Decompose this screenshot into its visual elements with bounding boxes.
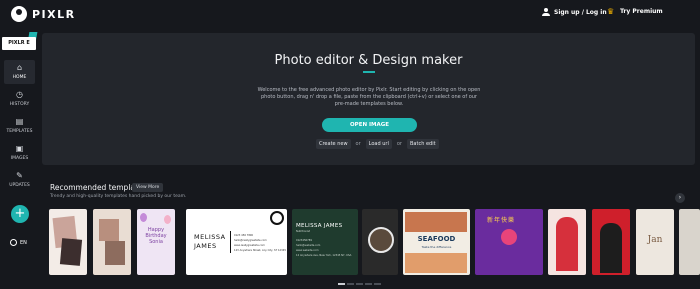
business-card-line: 12 Anywhere Ave, New York, 12345 NY, USA bbox=[296, 254, 352, 257]
business-card-line: 0123456789 bbox=[296, 239, 312, 242]
seafood-title: SEAFOOD bbox=[417, 235, 456, 243]
sidebar-item-updates[interactable]: ✎ UPDATES bbox=[4, 168, 35, 192]
updates-icon: ✎ bbox=[16, 171, 23, 180]
pagination-dot[interactable] bbox=[365, 283, 372, 285]
business-card-line: hello@reallygreatsite.com bbox=[234, 239, 267, 242]
business-card-name: MELISSA JAMES bbox=[194, 233, 226, 250]
pixlr-logo-icon bbox=[11, 6, 27, 22]
business-card-role: Nutritionist bbox=[296, 230, 310, 233]
logo-circle bbox=[270, 211, 284, 225]
seafood-photo bbox=[405, 253, 467, 273]
seafood-subtitle: Taste the difference bbox=[421, 245, 452, 249]
template-card[interactable]: Happy Birthday Sonia bbox=[137, 209, 175, 275]
model-photo bbox=[556, 217, 578, 271]
open-image-button[interactable]: OPEN IMAGE bbox=[322, 118, 417, 132]
globe-icon bbox=[10, 239, 17, 246]
sidebar-item-label: HOME bbox=[12, 75, 27, 80]
template-card[interactable] bbox=[548, 209, 586, 275]
business-card-name: MELISSA JAMES bbox=[296, 223, 343, 229]
seafood-photo bbox=[405, 212, 467, 232]
divider bbox=[230, 231, 231, 253]
balloon-decoration bbox=[164, 215, 171, 224]
balloon-decoration bbox=[140, 213, 147, 222]
photo-frame bbox=[105, 241, 125, 265]
business-card-line: hello@website.com bbox=[296, 244, 321, 247]
model-photo bbox=[600, 223, 622, 273]
sidebar-item-label: TEMPLATES bbox=[6, 129, 33, 134]
templates-icon: ▤ bbox=[15, 117, 24, 126]
sidebar-item-home[interactable]: ⌂ HOME bbox=[4, 60, 35, 84]
new-year-text: 新年快樂 bbox=[487, 217, 516, 224]
logo-text: PIXLR bbox=[32, 7, 76, 21]
pixlr-app: PIXLR Sign up / Log in ♛ Try Premium PIX… bbox=[0, 0, 700, 289]
business-card-line: www.website.com bbox=[296, 249, 319, 252]
view-more-button[interactable]: View More bbox=[132, 183, 164, 192]
birthday-text: Happy Birthday Sonia bbox=[145, 227, 167, 245]
pagination-dot[interactable] bbox=[356, 283, 363, 285]
secondary-actions: Create new or Load url or Batch edit bbox=[316, 139, 439, 149]
premium-label: Try Premium bbox=[620, 8, 663, 15]
business-card-line: www.reallygreatsite.com bbox=[234, 244, 265, 247]
business-card-line: 0123 456 7890 bbox=[234, 234, 254, 237]
template-card-partial[interactable] bbox=[679, 209, 700, 275]
sidebar-item-label: UPDATES bbox=[9, 183, 30, 188]
images-icon: ▣ bbox=[15, 144, 24, 153]
signup-label: Sign up / Log in bbox=[554, 8, 607, 16]
template-card[interactable] bbox=[93, 209, 131, 275]
pixlr-logo[interactable]: PIXLR bbox=[11, 6, 76, 22]
lantern-decoration bbox=[501, 229, 517, 245]
template-card[interactable]: MELISSA JAMES Nutritionist 0123456789 he… bbox=[292, 209, 358, 275]
language-selector[interactable]: EN bbox=[10, 239, 27, 246]
home-icon: ⌂ bbox=[16, 63, 23, 72]
next-arrow-button[interactable]: › bbox=[675, 193, 685, 203]
create-new-button[interactable]: Create new bbox=[316, 139, 351, 149]
template-card[interactable] bbox=[592, 209, 630, 275]
language-label: EN bbox=[20, 239, 27, 246]
sidebar-item-templates[interactable]: ▤ TEMPLATES bbox=[4, 114, 35, 138]
sidebar-item-label: IMAGES bbox=[10, 156, 29, 161]
title-underline bbox=[363, 71, 375, 73]
or-separator: or bbox=[355, 141, 361, 147]
sidebar-item-images[interactable]: ▣ IMAGES bbox=[4, 141, 35, 165]
try-premium-button[interactable]: ♛ Try Premium bbox=[607, 7, 663, 16]
calendar-month-text: Jan bbox=[647, 235, 663, 245]
page-title: Photo editor & Design maker bbox=[274, 53, 463, 68]
sidebar-item-label: HISTORY bbox=[9, 102, 30, 107]
user-icon bbox=[542, 8, 550, 16]
sidebar-item-history[interactable]: ◷ HISTORY bbox=[4, 87, 35, 111]
crown-icon: ♛ bbox=[607, 7, 615, 16]
hero-panel: Photo editor & Design maker Welcome to t… bbox=[42, 33, 695, 165]
template-card[interactable] bbox=[362, 209, 398, 275]
food-plate-image bbox=[368, 227, 394, 253]
editor-tag[interactable]: PIXLR E bbox=[2, 37, 36, 50]
top-bar: PIXLR Sign up / Log in ♛ Try Premium bbox=[0, 0, 700, 28]
pagination-dot[interactable] bbox=[347, 283, 354, 285]
carousel-pagination bbox=[338, 283, 383, 285]
batch-edit-button[interactable]: Batch edit bbox=[407, 139, 439, 149]
load-url-button[interactable]: Load url bbox=[365, 139, 392, 149]
template-card[interactable]: 新年快樂 bbox=[475, 209, 543, 275]
photo-collage bbox=[59, 238, 83, 266]
template-card[interactable]: SEAFOOD Taste the difference bbox=[403, 209, 470, 275]
template-card[interactable] bbox=[49, 209, 87, 275]
recommended-subtitle: Trendy and high-quality templates hand p… bbox=[50, 194, 187, 199]
pagination-dot[interactable] bbox=[374, 283, 381, 285]
template-card[interactable]: MELISSA JAMES 0123 456 7890 hello@really… bbox=[186, 209, 287, 275]
signup-login-button[interactable]: Sign up / Log in bbox=[542, 8, 607, 16]
add-button[interactable]: + bbox=[11, 205, 29, 223]
template-card[interactable]: Jan bbox=[636, 209, 674, 275]
sidebar: PIXLR E ⌂ HOME ◷ HISTORY ▤ TEMPLATES ▣ I… bbox=[0, 28, 40, 289]
history-icon: ◷ bbox=[16, 90, 23, 99]
photo-frame bbox=[99, 219, 119, 241]
hero-description: Welcome to the free advanced photo edito… bbox=[257, 87, 481, 107]
pagination-dot[interactable] bbox=[338, 283, 345, 285]
business-card-line: 123 Anywhere Street, Any City, ST 12345 bbox=[234, 249, 286, 252]
or-separator: or bbox=[396, 141, 402, 147]
